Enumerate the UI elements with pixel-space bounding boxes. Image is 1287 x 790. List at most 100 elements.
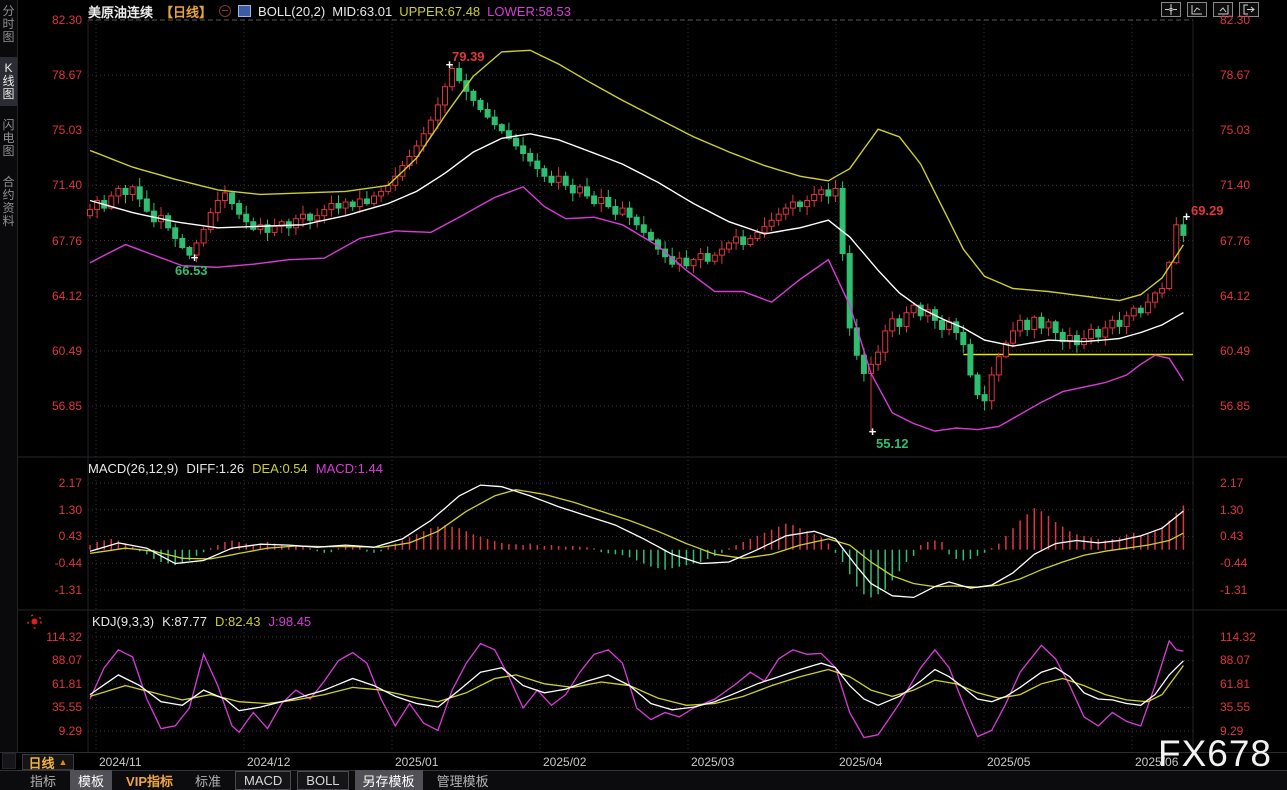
sidebar-item-active[interactable]: K线图 <box>0 57 17 106</box>
candle-up <box>748 238 753 244</box>
candle-down <box>627 208 632 217</box>
macd-dea-value: DEA:0.54 <box>252 461 308 476</box>
candle-up <box>904 313 909 327</box>
month-label: 2025/02 <box>543 755 586 769</box>
annotation-latest-price: 69.29 <box>1191 203 1224 218</box>
candle-up <box>1011 331 1016 343</box>
candle-down <box>514 138 519 146</box>
chart-canvas[interactable] <box>0 0 1287 790</box>
candle-up <box>272 226 277 232</box>
candle-up <box>215 201 220 213</box>
candle-up <box>1145 302 1150 313</box>
month-label: 2025/03 <box>691 755 734 769</box>
price-axis-label-right: 64.12 <box>1220 289 1274 303</box>
annotation-apr-low: 55.12 <box>876 436 909 451</box>
bottom-tab[interactable]: MACD <box>235 771 291 790</box>
candle-down <box>144 199 149 211</box>
candle-down <box>1039 317 1044 328</box>
price-axis-label-left: 64.12 <box>30 289 82 303</box>
collapse-indicator-icon[interactable] <box>219 5 231 17</box>
period-selector[interactable]: 日线 ▲ <box>22 754 74 770</box>
candle-down <box>982 395 987 401</box>
candle-up <box>762 226 767 232</box>
candle-up <box>691 260 696 266</box>
kdj-axis-label-right: 35.55 <box>1220 700 1274 714</box>
candle-down <box>535 161 540 169</box>
candle-down <box>961 332 966 344</box>
candle-up <box>1153 293 1158 302</box>
kdj-axis-label-right: 88.07 <box>1220 653 1274 667</box>
candle-up <box>911 305 916 313</box>
bottom-tab[interactable]: VIP指标 <box>118 770 181 790</box>
candle-down <box>840 188 845 253</box>
candle-up <box>734 237 739 243</box>
macd-axis-label-left: -1.31 <box>30 583 82 597</box>
macd-axis-label-right: -1.31 <box>1220 583 1274 597</box>
crosshair-tool-button[interactable] <box>1161 2 1181 17</box>
apr-low-cross-marker: + <box>867 424 878 439</box>
candle-down <box>1053 322 1058 333</box>
scale-left-button[interactable] <box>1187 2 1207 17</box>
candle-up <box>812 194 817 200</box>
price-axis-label-right: 67.76 <box>1220 234 1274 248</box>
candle-up <box>833 188 838 196</box>
price-axis-label-right: 60.49 <box>1220 344 1274 358</box>
candle-up <box>776 214 781 220</box>
candle-up <box>1032 317 1037 329</box>
price-axis-label-left: 71.40 <box>30 178 82 192</box>
sidebar-item-chart-type[interactable]: 分时图 <box>0 0 17 49</box>
macd-axis-label-right: 2.17 <box>1220 476 1274 490</box>
macd-axis-label-right: -0.44 <box>1220 556 1274 570</box>
bottom-tab[interactable]: 指标 <box>22 770 64 790</box>
candle-down <box>173 228 178 239</box>
candle-down <box>968 345 973 375</box>
bottom-tab[interactable]: 另存模板 <box>355 770 423 790</box>
candle-up <box>783 208 788 214</box>
month-label: 2025/01 <box>395 755 438 769</box>
indicator-chart-icon[interactable] <box>238 5 251 17</box>
month-label: 2024/12 <box>247 755 290 769</box>
time-axis-row <box>0 752 1287 770</box>
candle-up <box>577 187 582 193</box>
candle-up <box>876 352 881 364</box>
period-tag: 【日线】 <box>160 2 212 21</box>
candle-up <box>130 187 135 195</box>
price-axis-label-left: 60.49 <box>30 344 82 358</box>
kdj-axis-label-left: 114.32 <box>30 630 82 644</box>
candle-up <box>556 176 561 182</box>
candle-down <box>521 146 526 154</box>
candle-up <box>293 219 298 228</box>
candle-up <box>805 201 810 207</box>
latest-cross-marker: + <box>1181 209 1192 224</box>
kdj-d-line <box>90 666 1183 706</box>
bottom-tab[interactable]: 模板 <box>70 770 112 790</box>
price-axis-label-left: 78.67 <box>30 68 82 82</box>
candle-down <box>1025 320 1030 329</box>
candle-up <box>790 202 795 208</box>
kdj-axis-label-left: 9.29 <box>30 724 82 738</box>
candle-down <box>826 190 831 196</box>
candle-up <box>996 357 1001 375</box>
candle-down <box>230 193 235 204</box>
kdj-title: KDJ(9,3,3) <box>92 614 154 629</box>
candle-down <box>606 197 611 206</box>
kdj-j-value: J:98.45 <box>269 614 312 629</box>
boll-mid-value: MID:63.01 <box>332 4 392 19</box>
candle-up <box>727 243 732 249</box>
macd-axis-label-right: 1.30 <box>1220 503 1274 517</box>
bottom-tab[interactable]: 管理模板 <box>429 770 497 790</box>
candle-up <box>890 319 895 331</box>
candle-up <box>372 196 377 204</box>
candle-down <box>641 225 646 233</box>
period-arrow-icon: ▲ <box>59 757 68 767</box>
sidebar-item-chart-type[interactable]: 闪电图 <box>0 114 17 163</box>
kdj-axis-label-left: 61.81 <box>30 677 82 691</box>
candle-up <box>755 232 760 238</box>
bottom-tab[interactable]: BOLL <box>297 771 348 790</box>
bottom-tab[interactable]: 标准 <box>187 770 229 790</box>
kdj-marker-icon[interactable] <box>26 613 43 630</box>
sidebar-item-chart-type[interactable]: 合约资料 <box>0 171 17 233</box>
candle-down <box>975 375 980 395</box>
candle-down <box>847 254 852 328</box>
price-axis-label-right: 71.40 <box>1220 178 1274 192</box>
